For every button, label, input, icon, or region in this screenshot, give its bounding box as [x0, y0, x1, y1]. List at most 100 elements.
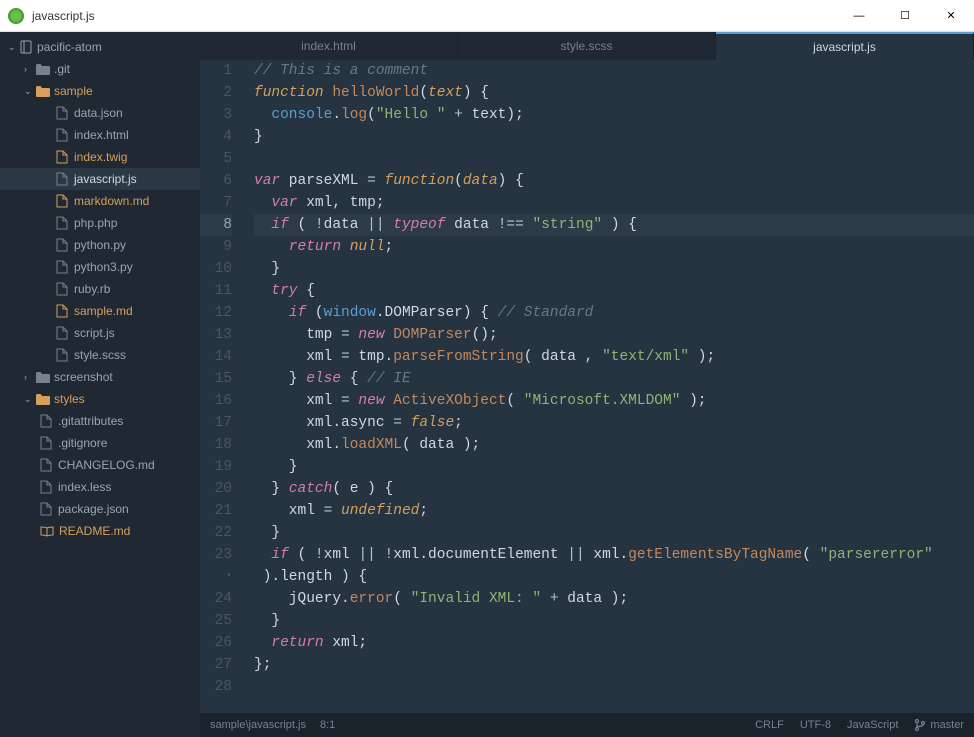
code-line[interactable]: xml = new ActiveXObject( "Microsoft.XMLD… [254, 390, 974, 412]
code-editor[interactable]: 1234567891011121314151617181920212223•24… [200, 60, 974, 713]
tree-item-label: screenshot [54, 370, 113, 384]
line-number[interactable]: 27 [200, 654, 232, 676]
tree-item-CHANGELOG-md[interactable]: CHANGELOG.md [0, 454, 200, 476]
line-number[interactable]: 7 [200, 192, 232, 214]
code-line[interactable]: xml = undefined; [254, 500, 974, 522]
code-line[interactable]: jQuery.error( "Invalid XML: " + data ); [254, 588, 974, 610]
code-area[interactable]: // This is a commentfunction helloWorld(… [242, 60, 974, 713]
line-number[interactable]: 22 [200, 522, 232, 544]
status-path[interactable]: sample\javascript.js [210, 719, 306, 731]
code-line[interactable]: } catch( e ) { [254, 478, 974, 500]
code-line[interactable]: try { [254, 280, 974, 302]
code-line[interactable] [254, 148, 974, 170]
line-number[interactable]: 10 [200, 258, 232, 280]
code-line[interactable]: xml.loadXML( data ); [254, 434, 974, 456]
code-line[interactable]: } [254, 456, 974, 478]
line-number[interactable]: 28 [200, 676, 232, 698]
code-line[interactable]: var xml, tmp; [254, 192, 974, 214]
app-icon [8, 8, 24, 24]
line-number[interactable]: 18 [200, 434, 232, 456]
code-line[interactable]: if ( !xml || !xml.documentElement || xml… [254, 544, 974, 566]
tree-item-index-twig[interactable]: index.twig [0, 146, 200, 168]
project-root[interactable]: ⌄ pacific-atom [0, 36, 200, 58]
minimize-button[interactable]: — [836, 0, 882, 32]
line-number[interactable]: 25 [200, 610, 232, 632]
tree-item-javascript-js[interactable]: javascript.js [0, 168, 200, 190]
code-line[interactable]: console.log("Hello " + text); [254, 104, 974, 126]
status-branch[interactable]: master [914, 718, 964, 732]
tree-item-screenshot[interactable]: ›screenshot [0, 366, 200, 388]
tree-item--git[interactable]: ›.git [0, 58, 200, 80]
tree-item-sample[interactable]: ⌄sample [0, 80, 200, 102]
tree-item-style-scss[interactable]: style.scss [0, 344, 200, 366]
code-line[interactable]: } [254, 610, 974, 632]
code-line[interactable]: }; [254, 654, 974, 676]
line-number[interactable]: 6 [200, 170, 232, 192]
line-number[interactable]: 17 [200, 412, 232, 434]
tree-item-script-js[interactable]: script.js [0, 322, 200, 344]
titlebar: javascript.js — ☐ ✕ [0, 0, 974, 32]
code-line[interactable]: } [254, 258, 974, 280]
line-number[interactable]: 14 [200, 346, 232, 368]
tree-item-ruby-rb[interactable]: ruby.rb [0, 278, 200, 300]
tree-item-styles[interactable]: ⌄styles [0, 388, 200, 410]
code-line[interactable]: var parseXML = function(data) { [254, 170, 974, 192]
tree-item--gitignore[interactable]: .gitignore [0, 432, 200, 454]
tab-javascript-js[interactable]: javascript.js [716, 32, 974, 60]
file-icon [56, 172, 68, 186]
line-number[interactable]: 9 [200, 236, 232, 258]
line-number[interactable]: 11 [200, 280, 232, 302]
code-line[interactable]: // This is a comment [254, 60, 974, 82]
status-encoding[interactable]: UTF-8 [800, 719, 831, 731]
code-line[interactable]: xml.async = false; [254, 412, 974, 434]
line-number[interactable]: 19 [200, 456, 232, 478]
line-number[interactable]: 12 [200, 302, 232, 324]
maximize-button[interactable]: ☐ [882, 0, 928, 32]
tree-item-sample-md[interactable]: sample.md [0, 300, 200, 322]
tree-item-index-less[interactable]: index.less [0, 476, 200, 498]
code-line[interactable] [254, 676, 974, 698]
line-number[interactable]: 4 [200, 126, 232, 148]
code-line[interactable]: } [254, 522, 974, 544]
tab-style-scss[interactable]: style.scss [458, 32, 716, 60]
code-line[interactable]: return xml; [254, 632, 974, 654]
line-number[interactable]: 24 [200, 588, 232, 610]
code-line[interactable]: } else { // IE [254, 368, 974, 390]
line-number[interactable]: 26 [200, 632, 232, 654]
tree-item-python-py[interactable]: python.py [0, 234, 200, 256]
tree-item-package-json[interactable]: package.json [0, 498, 200, 520]
line-number[interactable]: 23 [200, 544, 232, 566]
tree-item--gitattributes[interactable]: .gitattributes [0, 410, 200, 432]
tab-index-html[interactable]: index.html [200, 32, 458, 60]
line-number[interactable]: 15 [200, 368, 232, 390]
tree-item-markdown-md[interactable]: markdown.md [0, 190, 200, 212]
code-line[interactable]: if (window.DOMParser) { // Standard [254, 302, 974, 324]
tree-item-data-json[interactable]: data.json [0, 102, 200, 124]
line-number[interactable]: 1 [200, 60, 232, 82]
line-number[interactable]: 20 [200, 478, 232, 500]
code-line[interactable]: ).length ) { [254, 566, 974, 588]
line-number[interactable]: 3 [200, 104, 232, 126]
code-line[interactable]: } [254, 126, 974, 148]
line-number[interactable]: 21 [200, 500, 232, 522]
tree-item-README-md[interactable]: README.md [0, 520, 200, 542]
code-line[interactable]: if ( !data || typeof data !== "string" )… [254, 214, 974, 236]
line-number[interactable]: 16 [200, 390, 232, 412]
code-line[interactable]: tmp = new DOMParser(); [254, 324, 974, 346]
line-number[interactable]: 8 [200, 214, 232, 236]
close-button[interactable]: ✕ [928, 0, 974, 32]
status-language[interactable]: JavaScript [847, 719, 898, 731]
status-line-ending[interactable]: CRLF [755, 719, 784, 731]
tree-item-php-php[interactable]: php.php [0, 212, 200, 234]
tree-item-index-html[interactable]: index.html [0, 124, 200, 146]
file-tree[interactable]: ⌄ pacific-atom ›.git⌄sampledata.jsoninde… [0, 32, 200, 737]
code-line[interactable]: return null; [254, 236, 974, 258]
line-number[interactable]: 2 [200, 82, 232, 104]
code-line[interactable]: function helloWorld(text) { [254, 82, 974, 104]
line-number[interactable]: 5 [200, 148, 232, 170]
status-cursor[interactable]: 8:1 [320, 719, 335, 731]
line-number[interactable]: 13 [200, 324, 232, 346]
code-line[interactable]: xml = tmp.parseFromString( data , "text/… [254, 346, 974, 368]
tree-item-python3-py[interactable]: python3.py [0, 256, 200, 278]
line-number[interactable]: • [200, 566, 232, 588]
